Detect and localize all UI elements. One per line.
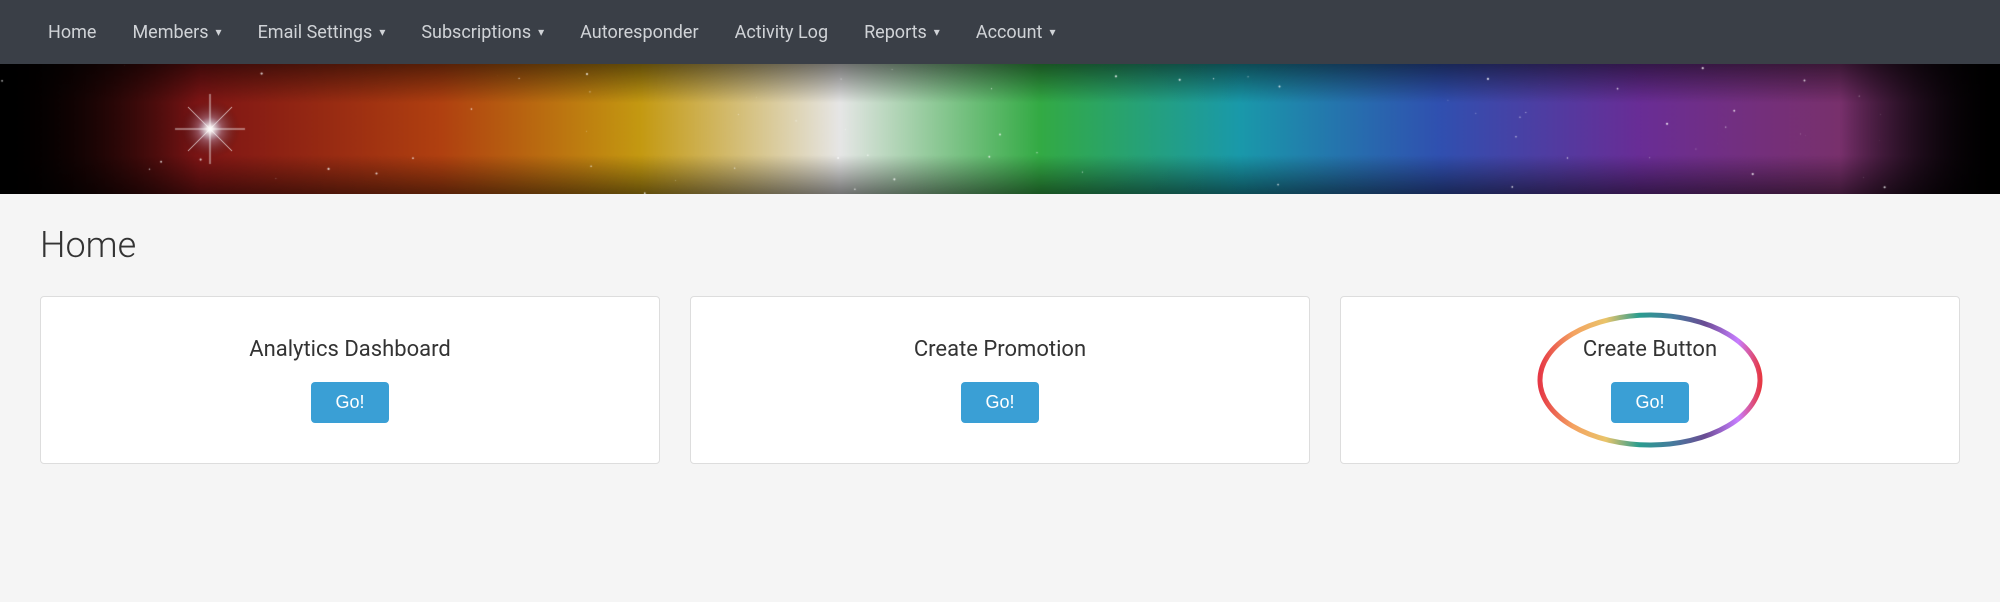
nav-label-email-settings: Email Settings (258, 22, 373, 43)
chevron-down-icon: ▾ (379, 25, 385, 39)
nav-label-subscriptions: Subscriptions (421, 22, 531, 43)
chevron-down-icon: ▾ (538, 25, 544, 39)
nav-item-members[interactable]: Members ▾ (114, 12, 239, 53)
nav-item-subscriptions[interactable]: Subscriptions ▾ (403, 12, 562, 53)
chevron-down-icon: ▾ (1049, 25, 1055, 39)
nav-label-home: Home (48, 22, 96, 43)
go-button-create-button[interactable]: Go! (1611, 382, 1688, 423)
card-title-analytics: Analytics Dashboard (249, 337, 451, 362)
main-content: Home Analytics Dashboard Go! Create Prom… (0, 194, 2000, 504)
nav-item-activity-log[interactable]: Activity Log (717, 12, 846, 53)
card-analytics: Analytics Dashboard Go! (40, 296, 660, 464)
nav-item-email-settings[interactable]: Email Settings ▾ (240, 12, 404, 53)
nav-item-autoresponder[interactable]: Autoresponder (562, 12, 716, 53)
hero-canvas (0, 64, 2000, 194)
chevron-down-icon: ▾ (216, 25, 222, 39)
rainbow-ring-icon (1535, 310, 1765, 450)
page-title: Home (40, 224, 1960, 266)
cards-row: Analytics Dashboard Go! Create Promotion… (40, 296, 1960, 464)
nav-label-activity-log: Activity Log (735, 22, 828, 43)
rainbow-wrapper: Create Button Go! (1583, 337, 1717, 423)
card-create-button: Create Button Go! (1340, 296, 1960, 464)
nav-label-autoresponder: Autoresponder (580, 22, 698, 43)
go-button-promotion[interactable]: Go! (961, 382, 1038, 423)
nav-item-home[interactable]: Home (30, 12, 114, 53)
nav-item-reports[interactable]: Reports ▾ (846, 12, 958, 53)
go-button-analytics[interactable]: Go! (311, 382, 388, 423)
nav-label-reports: Reports (864, 22, 927, 43)
nav-label-members: Members (132, 22, 208, 43)
card-promotion: Create Promotion Go! (690, 296, 1310, 464)
card-title-create-button: Create Button (1583, 337, 1717, 362)
chevron-down-icon: ▾ (934, 25, 940, 39)
nav-label-account: Account (976, 22, 1043, 43)
card-title-promotion: Create Promotion (914, 337, 1086, 362)
hero-banner (0, 64, 2000, 194)
navbar: Home Members ▾ Email Settings ▾ Subscrip… (0, 0, 2000, 64)
nav-item-account[interactable]: Account ▾ (958, 12, 1074, 53)
